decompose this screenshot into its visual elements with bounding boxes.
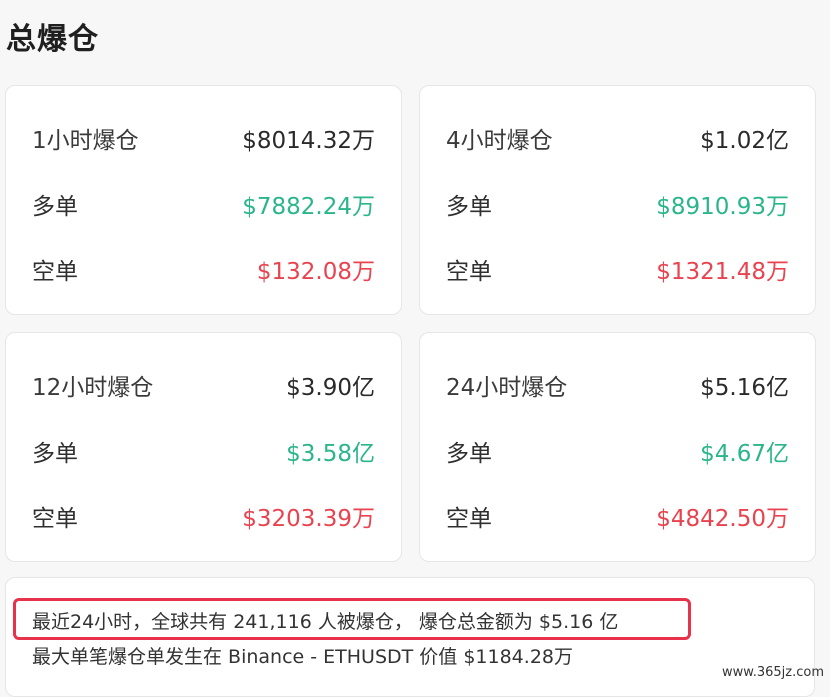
total-value: $8014.32万 (242, 128, 375, 154)
period-label: 4小时爆仓 (446, 128, 553, 154)
short-label: 空单 (32, 259, 78, 285)
liquidation-card-12h: 12小时爆仓 $3.90亿 多单 $3.58亿 空单 $3203.39万 (5, 332, 402, 562)
short-label: 空单 (32, 506, 78, 532)
watermark: www.365jz.com (722, 665, 824, 680)
long-value: $4.67亿 (700, 441, 789, 467)
total-value: $1.02亿 (700, 128, 789, 154)
liquidation-card-24h: 24小时爆仓 $5.16亿 多单 $4.67亿 空单 $4842.50万 (419, 332, 816, 562)
liquidation-card-1h: 1小时爆仓 $8014.32万 多单 $7882.24万 空单 $132.08万 (5, 85, 402, 315)
short-value: $4842.50万 (656, 506, 789, 532)
page-title: 总爆仓 (6, 22, 99, 57)
period-label: 1小时爆仓 (32, 128, 139, 154)
long-value: $3.58亿 (286, 441, 375, 467)
long-label: 多单 (446, 194, 492, 220)
long-label: 多单 (32, 194, 78, 220)
summary-line-largest: 最大单笔爆仓单发生在 Binance - ETHUSDT 价值 $1184.28… (32, 646, 573, 668)
long-value: $8910.93万 (656, 194, 789, 220)
period-label: 12小时爆仓 (32, 375, 154, 401)
total-value: $5.16亿 (700, 375, 789, 401)
total-value: $3.90亿 (286, 375, 375, 401)
long-label: 多单 (32, 441, 78, 467)
short-value: $3203.39万 (242, 506, 375, 532)
short-label: 空单 (446, 259, 492, 285)
long-value: $7882.24万 (242, 194, 375, 220)
short-value: $1321.48万 (656, 259, 789, 285)
liquidation-card-4h: 4小时爆仓 $1.02亿 多单 $8910.93万 空单 $1321.48万 (419, 85, 816, 315)
long-label: 多单 (446, 441, 492, 467)
short-value: $132.08万 (256, 259, 375, 285)
period-label: 24小时爆仓 (446, 375, 568, 401)
summary-line-total: 最近24小时，全球共有 241,116 人被爆仓， 爆仓总金额为 $5.16 亿 (32, 611, 619, 633)
short-label: 空单 (446, 506, 492, 532)
